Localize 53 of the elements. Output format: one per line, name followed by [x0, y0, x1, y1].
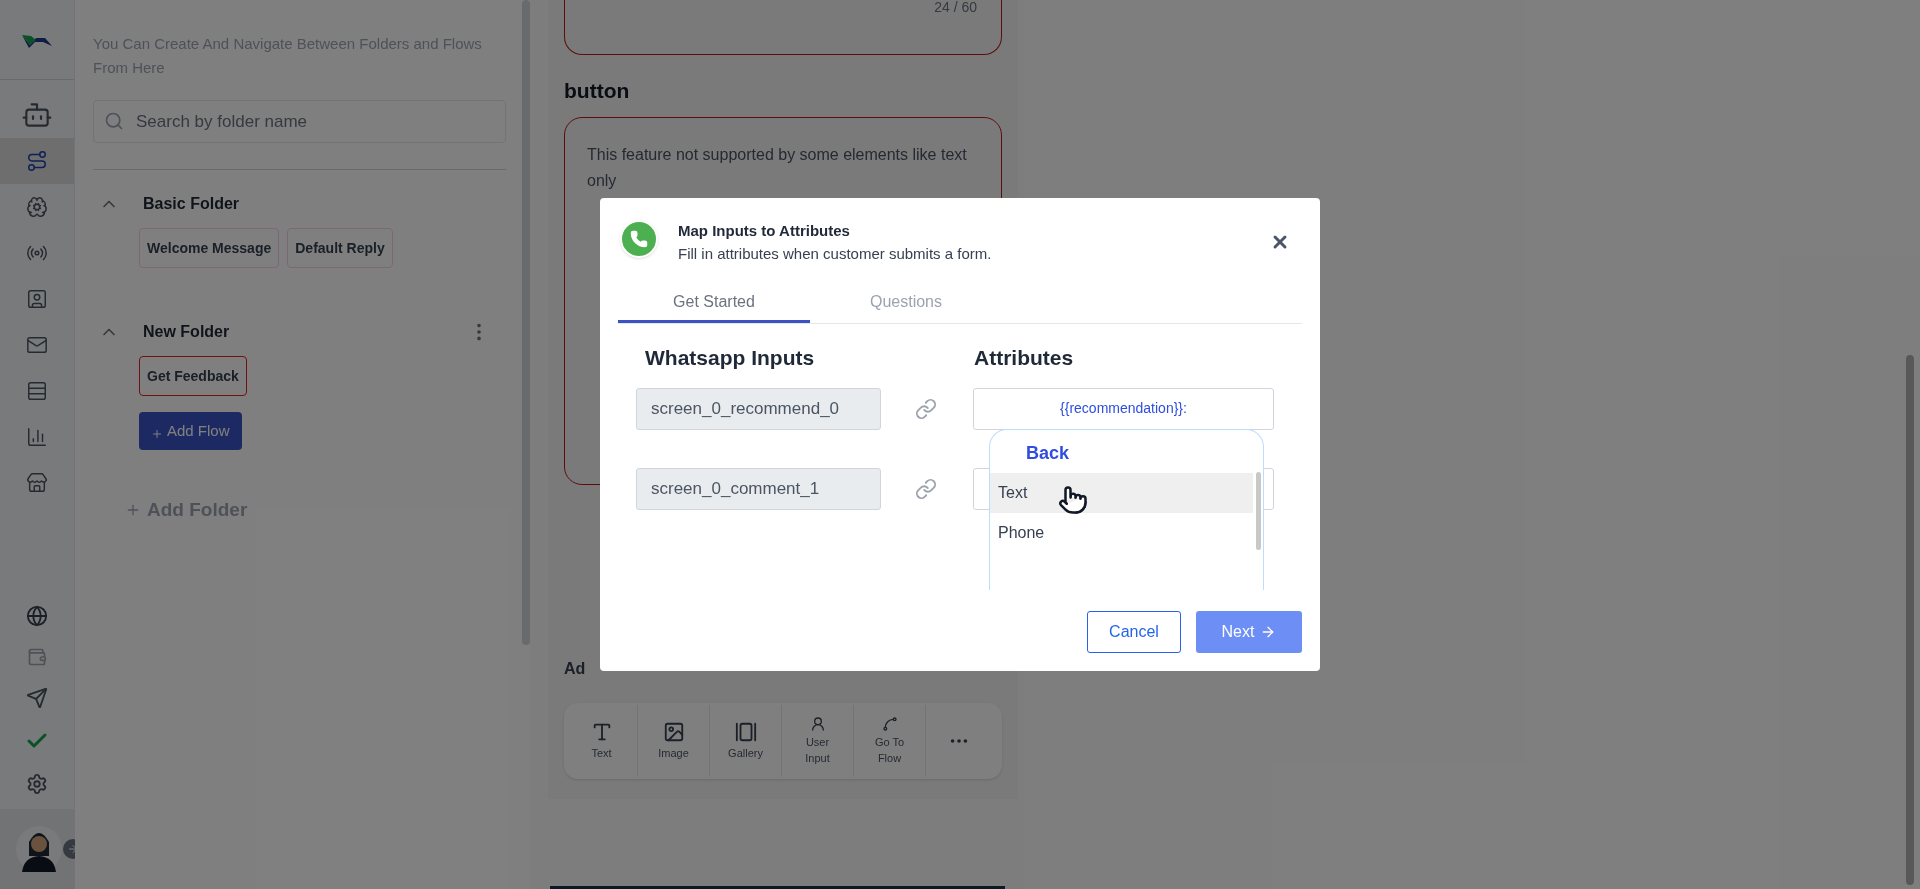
- dialog-subtitle: Fill in attributes when customer submits a form.: [678, 243, 992, 264]
- contact-card-icon: [26, 288, 48, 310]
- flow-icon: [26, 150, 48, 172]
- link-icon: [915, 397, 937, 420]
- folder-name[interactable]: New Folder: [143, 320, 230, 344]
- add-flow-button[interactable]: Add Flow: [139, 412, 242, 450]
- search-field[interactable]: Search by folder name: [93, 100, 506, 143]
- scrollbar[interactable]: [1906, 355, 1914, 885]
- input-name-field: screen_0_comment_1: [636, 467, 881, 510]
- next-button[interactable]: Next: [1196, 611, 1302, 653]
- toolbar-button[interactable]: Go To Flow: [854, 704, 926, 777]
- toolbar-button[interactable]: Gallery: [710, 704, 782, 777]
- add-label: Ad: [564, 658, 587, 679]
- tab[interactable]: Questions: [810, 283, 1002, 323]
- dialog-title: Map Inputs to Attributes: [678, 221, 851, 241]
- link-icon: [915, 477, 937, 500]
- character-count: 24 / 60: [934, 0, 977, 17]
- chat-phone-icon: [620, 220, 658, 258]
- dropdown-option[interactable]: Text: [990, 473, 1253, 513]
- flow-chip[interactable]: Get Feedback: [139, 356, 247, 396]
- send-icon[interactable]: [26, 687, 48, 709]
- globe-icon[interactable]: [26, 605, 48, 627]
- section-title: button: [564, 78, 631, 104]
- image-icon: [662, 720, 685, 743]
- settings-icon[interactable]: [26, 773, 48, 795]
- bar-chart-icon: [26, 426, 48, 448]
- column-header: Whatsapp Inputs: [644, 345, 816, 371]
- brain-icon: [26, 196, 48, 218]
- toolbar-button[interactable]: User Input: [782, 704, 854, 777]
- wallet-icon[interactable]: [27, 647, 47, 667]
- tab[interactable]: Get Started: [618, 283, 810, 323]
- avatar[interactable]: [16, 826, 62, 872]
- toolbar-button[interactable]: Text: [566, 704, 638, 777]
- cancel-button[interactable]: Cancel: [1087, 611, 1181, 653]
- folder-name[interactable]: Basic Folder: [143, 192, 240, 216]
- input-name-field: screen_0_recommend_0: [636, 387, 881, 430]
- toolbar-button[interactable]: Image: [638, 704, 710, 777]
- rows-icon: [26, 380, 48, 402]
- path-icon: [881, 715, 898, 732]
- dropdown-option[interactable]: Phone: [990, 513, 1253, 553]
- flow-chip[interactable]: Default Reply: [287, 228, 393, 268]
- hand-cursor-icon: [1058, 485, 1088, 515]
- plus-icon: [151, 428, 163, 440]
- store-icon: [26, 472, 48, 494]
- back-option[interactable]: Back: [1026, 440, 1070, 467]
- search-icon: [104, 111, 124, 131]
- notice-text: This feature not supported by some elements like text only: [587, 144, 968, 191]
- gallery-icon: [734, 720, 757, 743]
- user-icon: [809, 715, 826, 732]
- column-header: Attributes: [974, 345, 1074, 371]
- mail-icon: [26, 334, 48, 356]
- flow-chip[interactable]: Welcome Message: [139, 228, 280, 268]
- nav-item[interactable]: [0, 138, 74, 184]
